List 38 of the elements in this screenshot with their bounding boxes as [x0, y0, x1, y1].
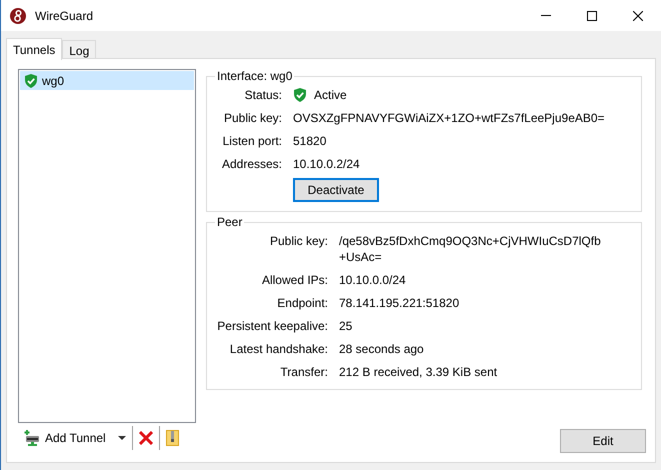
network-add-icon — [24, 430, 40, 446]
field-label: Allowed IPs: — [260, 272, 328, 288]
close-icon[interactable] — [633, 10, 643, 20]
delete-icon[interactable] — [138, 431, 153, 445]
field-label: Transfer: — [279, 364, 328, 380]
field-value: 28 seconds ago — [339, 342, 424, 356]
group-title: Interface: wg0 — [215, 69, 294, 83]
tab[interactable]: Tunnels — [6, 38, 62, 60]
field-value: 51820 — [293, 134, 326, 148]
zip-folder-icon[interactable] — [166, 430, 179, 446]
field-label: Listen port: — [222, 133, 282, 149]
field-value: /qe58vBz5fDxhCmq9OQ3Nc+CjVHWIuCsD7lQfb+UsAc= — [339, 234, 601, 264]
dropdown-caret-icon[interactable] — [118, 436, 126, 440]
edit-button[interactable]: Edit — [560, 429, 646, 453]
field-label: Status: — [244, 87, 282, 103]
field-label: Latest handshake: — [228, 341, 328, 357]
deactivate-button[interactable]: Deactivate — [293, 178, 379, 202]
field-value: 25 — [339, 319, 352, 333]
status-value: Active — [314, 87, 347, 103]
window-title: WireGuard — [35, 8, 94, 22]
tab[interactable]: Log — [62, 40, 96, 58]
field-value: 10.10.0.2/24 — [293, 157, 360, 171]
group-title: Peer — [215, 215, 244, 229]
field-label: Addresses: — [220, 156, 282, 172]
field-label: Persistent keepalive: — [216, 318, 328, 334]
add-tunnel-button[interactable]: Add Tunnel — [22, 430, 108, 446]
maximize-icon[interactable] — [587, 10, 597, 20]
app-logo — [10, 8, 26, 24]
field-value: 212 B received, 3.39 KiB sent — [339, 365, 498, 379]
shield-check-icon — [24, 72, 38, 88]
field-value: 10.10.0.0/24 — [339, 273, 406, 287]
field-value: 78.141.195.221:51820 — [339, 296, 460, 310]
field-label: Public key: — [268, 233, 328, 249]
field-value: OVSXZgFPNAVYFGWiAiZX+1ZO+wtFZs7fLeePju9eAB0= — [293, 111, 605, 125]
field-label: Endpoint: — [276, 295, 328, 311]
shield-check-icon — [293, 87, 307, 103]
field-label: Public key: — [222, 110, 282, 126]
tunnel-item[interactable]: wg0 — [20, 71, 194, 90]
